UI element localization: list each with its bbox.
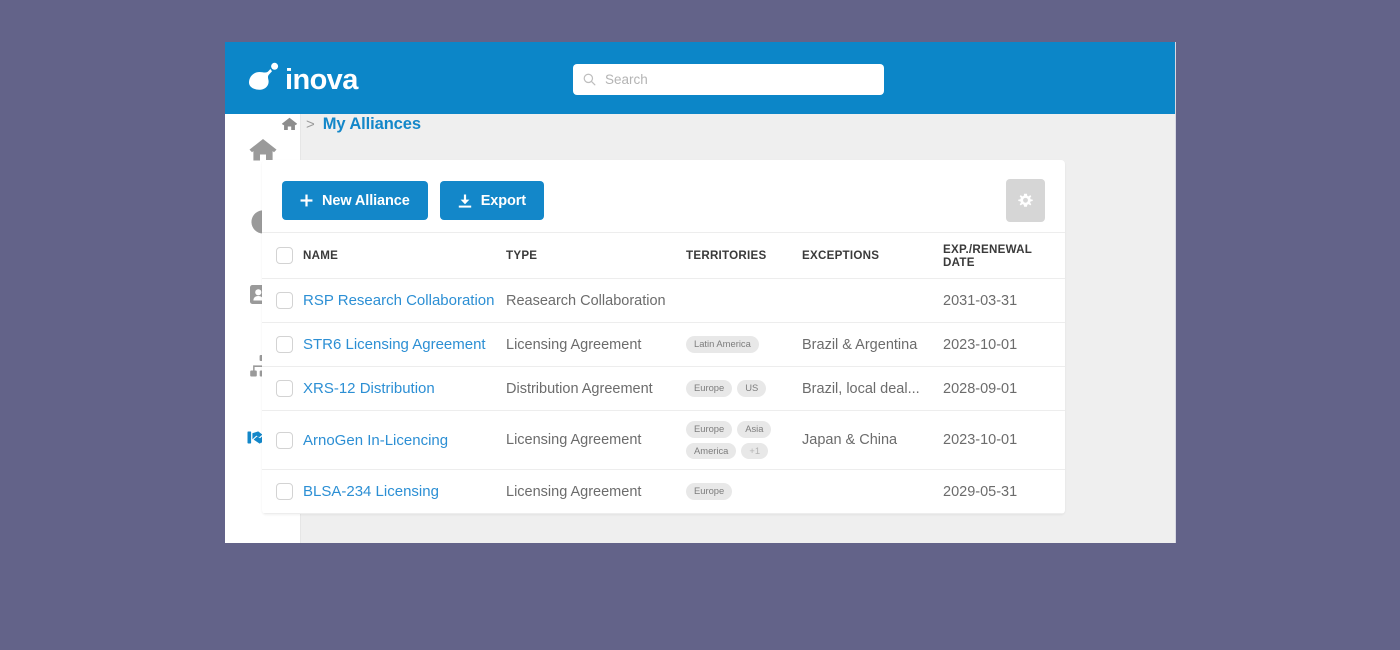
inova-logo[interactable]: inova <box>247 61 358 97</box>
territory-badge: Europe <box>686 421 733 438</box>
download-icon <box>458 194 471 208</box>
cell-territories: Europe <box>686 469 802 514</box>
column-header-date[interactable]: EXP./RENEWAL DATE <box>943 232 1065 279</box>
cell-exp-renewal-date: 2029-05-31 <box>943 469 1065 514</box>
cell-name: STR6 Licensing Agreement <box>303 322 506 367</box>
search-box[interactable] <box>573 64 884 95</box>
breadcrumb-home-icon[interactable] <box>281 116 298 132</box>
alliance-name-link[interactable]: RSP Research Collaboration <box>303 292 495 309</box>
alliances-table: NAME TYPE TERRITORIES EXCEPTIONS EXP./RE… <box>262 232 1065 514</box>
alliance-name-link[interactable]: BLSA-234 Licensing <box>303 483 439 500</box>
page-title: My Alliances <box>322 114 421 133</box>
table-header-row: NAME TYPE TERRITORIES EXCEPTIONS EXP./RE… <box>262 232 1065 279</box>
cell-type: Distribution Agreement <box>506 366 686 411</box>
alliances-card: New Alliance Export NAME TYPE TERRITORIE… <box>262 160 1065 514</box>
cell-type: Licensing Agreement <box>506 410 686 470</box>
select-all-checkbox[interactable] <box>276 247 293 264</box>
territory-badge: Europe <box>686 483 733 500</box>
cell-exceptions: Brazil, local deal... <box>802 366 943 411</box>
new-alliance-button[interactable]: New Alliance <box>282 181 428 220</box>
table-settings-button[interactable] <box>1006 179 1045 222</box>
row-checkbox[interactable] <box>276 336 293 353</box>
plus-icon <box>300 194 313 207</box>
territory-badge-group: Europe <box>686 483 796 500</box>
territory-badge: America <box>686 442 737 459</box>
column-header-name[interactable]: NAME <box>303 232 506 279</box>
territory-badge: Latin America <box>686 336 759 353</box>
export-button[interactable]: Export <box>439 181 545 220</box>
table-row[interactable]: BLSA-234 Licensing Licensing Agreement Eur… <box>262 469 1065 514</box>
breadcrumb: > My Alliances <box>281 114 421 134</box>
gear-icon <box>1018 193 1033 207</box>
table-row[interactable]: STR6 Licensing Agreement Licensing Agreem… <box>262 322 1065 367</box>
column-header-type[interactable]: TYPE <box>506 232 686 279</box>
territory-badge-group: Europe US <box>686 380 796 397</box>
cell-territories <box>686 278 802 323</box>
breadcrumb-separator: > <box>306 115 315 133</box>
territory-badge-group: Latin America <box>686 336 796 353</box>
territory-badge: US <box>737 380 767 397</box>
territory-badge: Asia <box>737 421 772 438</box>
cell-exp-renewal-date: 2028-09-01 <box>943 366 1065 411</box>
row-select-cell <box>262 366 303 411</box>
new-alliance-label: New Alliance <box>322 192 410 209</box>
search-input[interactable] <box>605 72 874 87</box>
alliance-name-link[interactable]: XRS-12 Distribution <box>303 380 435 397</box>
cell-territories: Latin America <box>686 322 802 367</box>
cell-exceptions <box>802 469 943 514</box>
cell-territories: Europe Asia America +1 <box>686 410 802 470</box>
table-header: NAME TYPE TERRITORIES EXCEPTIONS EXP./RE… <box>262 232 1065 279</box>
top-header-bar: inova <box>225 42 1175 114</box>
row-checkbox[interactable] <box>276 483 293 500</box>
table-row[interactable]: ArnoGen In-Licencing Licensing Agreement E… <box>262 410 1065 470</box>
table-row[interactable]: RSP Research Collaboration Reasearch Coll… <box>262 278 1065 323</box>
cell-exp-renewal-date: 2023-10-01 <box>943 322 1065 367</box>
territory-badge: Europe <box>686 380 733 397</box>
row-checkbox[interactable] <box>276 431 293 449</box>
cell-exp-renewal-date: 2031-03-31 <box>943 278 1065 323</box>
cell-name: XRS-12 Distribution <box>303 366 506 411</box>
logo-wordmark: inova <box>285 63 358 96</box>
column-header-territories[interactable]: TERRITORIES <box>686 232 802 279</box>
cell-exp-renewal-date: 2023-10-01 <box>943 410 1065 470</box>
alliance-name-link[interactable]: STR6 Licensing Agreement <box>303 336 486 353</box>
alliance-name-link[interactable]: ArnoGen In-Licencing <box>303 432 448 449</box>
row-checkbox[interactable] <box>276 292 293 309</box>
table-toolbar: New Alliance Export <box>262 160 1065 232</box>
cell-type: Reasearch Collaboration <box>506 278 686 323</box>
cell-type: Licensing Agreement <box>506 469 686 514</box>
row-select-cell <box>262 322 303 367</box>
cell-territories: Europe US <box>686 366 802 411</box>
cell-name: RSP Research Collaboration <box>303 278 506 323</box>
row-checkbox[interactable] <box>276 380 293 397</box>
app-window: inova Search > My Alliances New Alliance… <box>225 42 1176 543</box>
cell-name: BLSA-234 Licensing <box>303 469 506 514</box>
table-row[interactable]: XRS-12 Distribution Distribution Agreemen… <box>262 366 1065 411</box>
column-header-exceptions[interactable]: EXCEPTIONS <box>802 232 943 279</box>
cell-exceptions: Brazil & Argentina <box>802 322 943 367</box>
row-select-cell <box>262 278 303 323</box>
territory-overflow-badge: +1 <box>741 442 769 459</box>
search-icon <box>583 73 596 86</box>
cell-exceptions: Japan & China <box>802 410 943 470</box>
territory-badge-group: Europe Asia America +1 <box>686 421 796 459</box>
cell-exceptions <box>802 278 943 323</box>
table-body: RSP Research Collaboration Reasearch Coll… <box>262 278 1065 514</box>
row-select-cell <box>262 469 303 514</box>
export-label: Export <box>480 192 527 209</box>
cell-type: Licensing Agreement <box>506 322 686 367</box>
cell-name: ArnoGen In-Licencing <box>303 410 506 470</box>
column-header-select <box>262 232 303 279</box>
inova-droplet-logo-icon <box>249 62 279 90</box>
row-select-cell <box>262 410 303 470</box>
